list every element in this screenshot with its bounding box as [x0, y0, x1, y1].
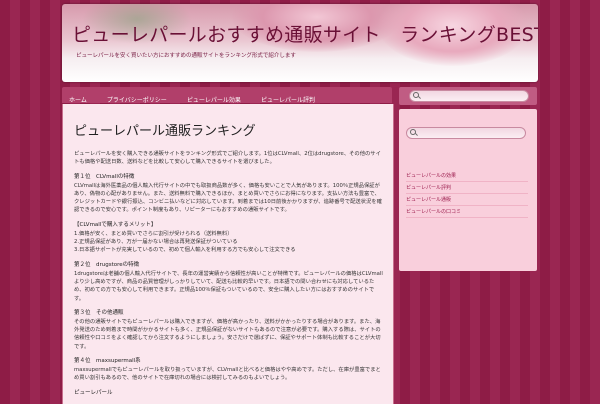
sidebar-search-bar — [399, 87, 537, 105]
sidebar-divider — [406, 205, 528, 206]
section-heading: 第２位 drugstoreの特徴 — [74, 261, 140, 268]
site-description: ピューレパールを安く買いたい方におすすめの通販サイトをランキング形式で紹介します — [76, 53, 296, 59]
search-input-top[interactable] — [409, 90, 529, 102]
section-heading: 第３位 その他通販 — [74, 309, 124, 316]
sidebar-divider — [406, 217, 528, 218]
list-item: 1.価格が安く、まとめ買いでさらに割引が受けられる（送料無料） — [74, 230, 233, 237]
site-title[interactable]: ピューレパールおすすめ通販サイト ランキングBEST4 — [72, 20, 538, 47]
section-body: その他の通販サイトでもピューレパールは購入できますが、価格が高かったり、送料がか… — [74, 318, 381, 350]
search-icon — [410, 129, 416, 135]
section-body: 1drugstoreは老舗の個人輸入代行サイトで、長年の運営実績から信頼性が高い… — [74, 270, 383, 302]
post-intro: ピューレパールを安く購入できる通販サイトをランキング形式でご紹介します。1位はC… — [74, 151, 381, 166]
section-body: CLVmallは海外医薬品の個人輸入代行サイトの中でも取扱商品数が多く、価格も安… — [74, 182, 382, 214]
section-body: maxsupermallでもピューレパールを取り扱っていますが、CLVmallと… — [74, 367, 381, 382]
sidebar-divider — [406, 193, 528, 194]
post-title: ピューレパール通販ランキング — [74, 124, 256, 139]
sidebar-link[interactable]: ピューレパールの効果 — [406, 172, 456, 179]
section-heading: 【CLVmallで購入するメリット】 — [74, 221, 157, 228]
site-header: ピューレパールおすすめ通販サイト ランキングBEST4 ピューレパールを安く買い… — [62, 4, 538, 82]
sidebar-link[interactable]: ピューレパールの口コミ — [406, 208, 461, 215]
list-item: 2.正規品保証があり、万が一届かない場合は再発送保証がついている — [74, 239, 238, 246]
section-heading: ピューレパール — [74, 389, 113, 396]
sidebar-link[interactable]: ピューレパール通販 — [406, 196, 451, 203]
sidebar-link[interactable]: ピューレパール評判 — [406, 184, 451, 191]
sidebar-divider — [406, 181, 528, 182]
main-navigation: ホーム プライバシーポリシー ピューレパール効果 ピューレパール評判 — [62, 87, 392, 104]
main-content: ピューレパール通販ランキング ピューレパールを安く購入できる通販サイトをランキン… — [62, 104, 394, 404]
sidebar-widget: ピューレパールの効果 ピューレパール評判 ピューレパール通販 ピューレパールの口… — [399, 109, 537, 271]
section-heading: 第１位 CLVmallの特徴 — [74, 173, 135, 180]
search-input[interactable] — [406, 127, 526, 139]
list-item: 3.日本語サポートが充実しているので、初めて個人輸入を利用する方でも安心して注文… — [74, 247, 296, 254]
section-heading: 第４位 maxsupermall系 — [74, 358, 141, 365]
search-icon — [413, 92, 419, 98]
